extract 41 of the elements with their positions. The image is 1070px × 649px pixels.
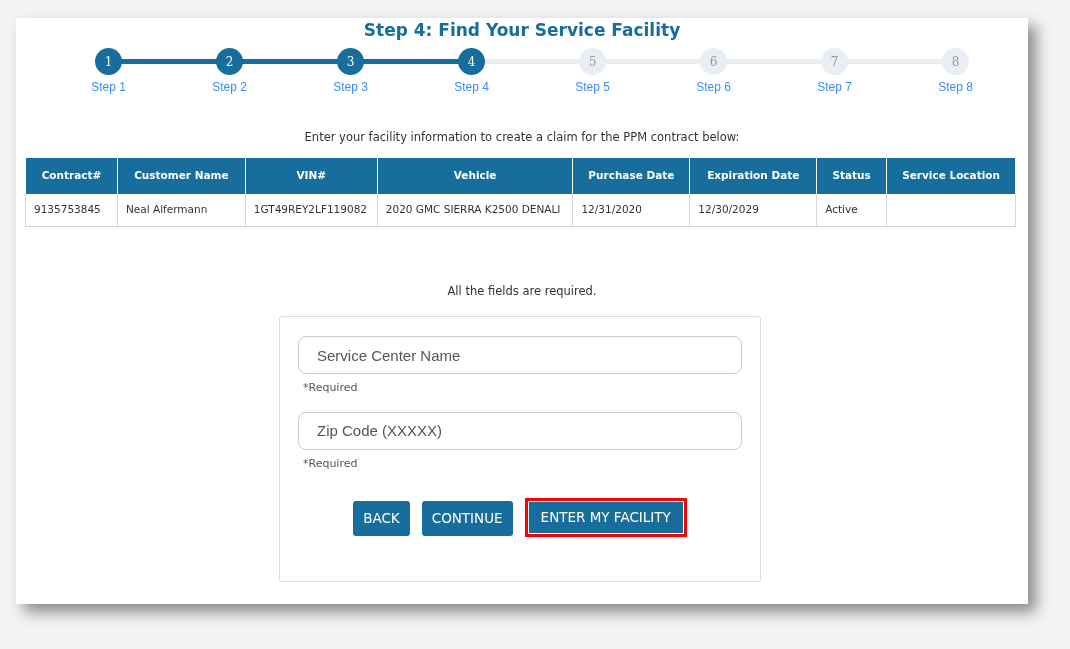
column-header: Customer Name — [117, 158, 246, 195]
step-circle: 7 — [821, 48, 848, 75]
step-circle: 8 — [942, 48, 969, 75]
action-button[interactable]: CONTINUE — [421, 501, 513, 536]
step-label: Step 4 — [454, 79, 489, 96]
step-label: Step 6 — [696, 79, 731, 96]
table-cell: Active — [816, 194, 887, 227]
column-header: Status — [816, 158, 887, 195]
column-header: Vehicle — [377, 158, 573, 195]
table-cell: 12/30/2029 — [689, 194, 817, 227]
column-header: Contract# — [25, 158, 118, 195]
column-header: Purchase Date — [572, 158, 690, 195]
instruction-text: Enter your facility information to create a claim for the PPM contract below: — [303, 129, 741, 146]
input-field[interactable]: Service Center Name — [298, 336, 742, 374]
required-hint: *Required — [303, 380, 359, 396]
step-circle: 3 — [337, 48, 364, 75]
step-label: Step 1 — [91, 79, 126, 96]
step-label: Step 8 — [938, 79, 973, 96]
action-button[interactable]: BACK — [353, 501, 410, 536]
step-label: Step 7 — [817, 79, 852, 96]
page-title: Step 4: Find Your Service Facility — [362, 19, 682, 42]
step-circle: 4 — [458, 48, 485, 75]
step-circle: 2 — [216, 48, 243, 75]
column-header: VIN# — [245, 158, 378, 195]
step-circle: 5 — [579, 48, 606, 75]
step-label: Step 3 — [333, 79, 368, 96]
column-header: Expiration Date — [689, 158, 817, 195]
table-cell: Neal Alfermann — [117, 194, 246, 227]
table-cell: 1GT49REY2LF119082 — [245, 194, 378, 227]
step-circle: 1 — [95, 48, 122, 75]
required-hint: *Required — [303, 455, 359, 472]
table-cell: 9135753845 — [25, 194, 118, 227]
step-circle: 6 — [700, 48, 727, 75]
step-label: Step 5 — [575, 79, 610, 96]
column-header: Service Location — [886, 158, 1016, 195]
table-cell: 2020 GMC SIERRA K2500 DENALI — [377, 194, 573, 227]
input-field[interactable]: Zip Code (XXXXX) — [298, 411, 742, 450]
step-label: Step 2 — [212, 79, 247, 96]
table-cell: 12/31/2020 — [572, 194, 690, 227]
action-button[interactable]: ENTER MY FACILITY — [524, 498, 687, 537]
form-note: All the fields are required. — [446, 282, 598, 300]
